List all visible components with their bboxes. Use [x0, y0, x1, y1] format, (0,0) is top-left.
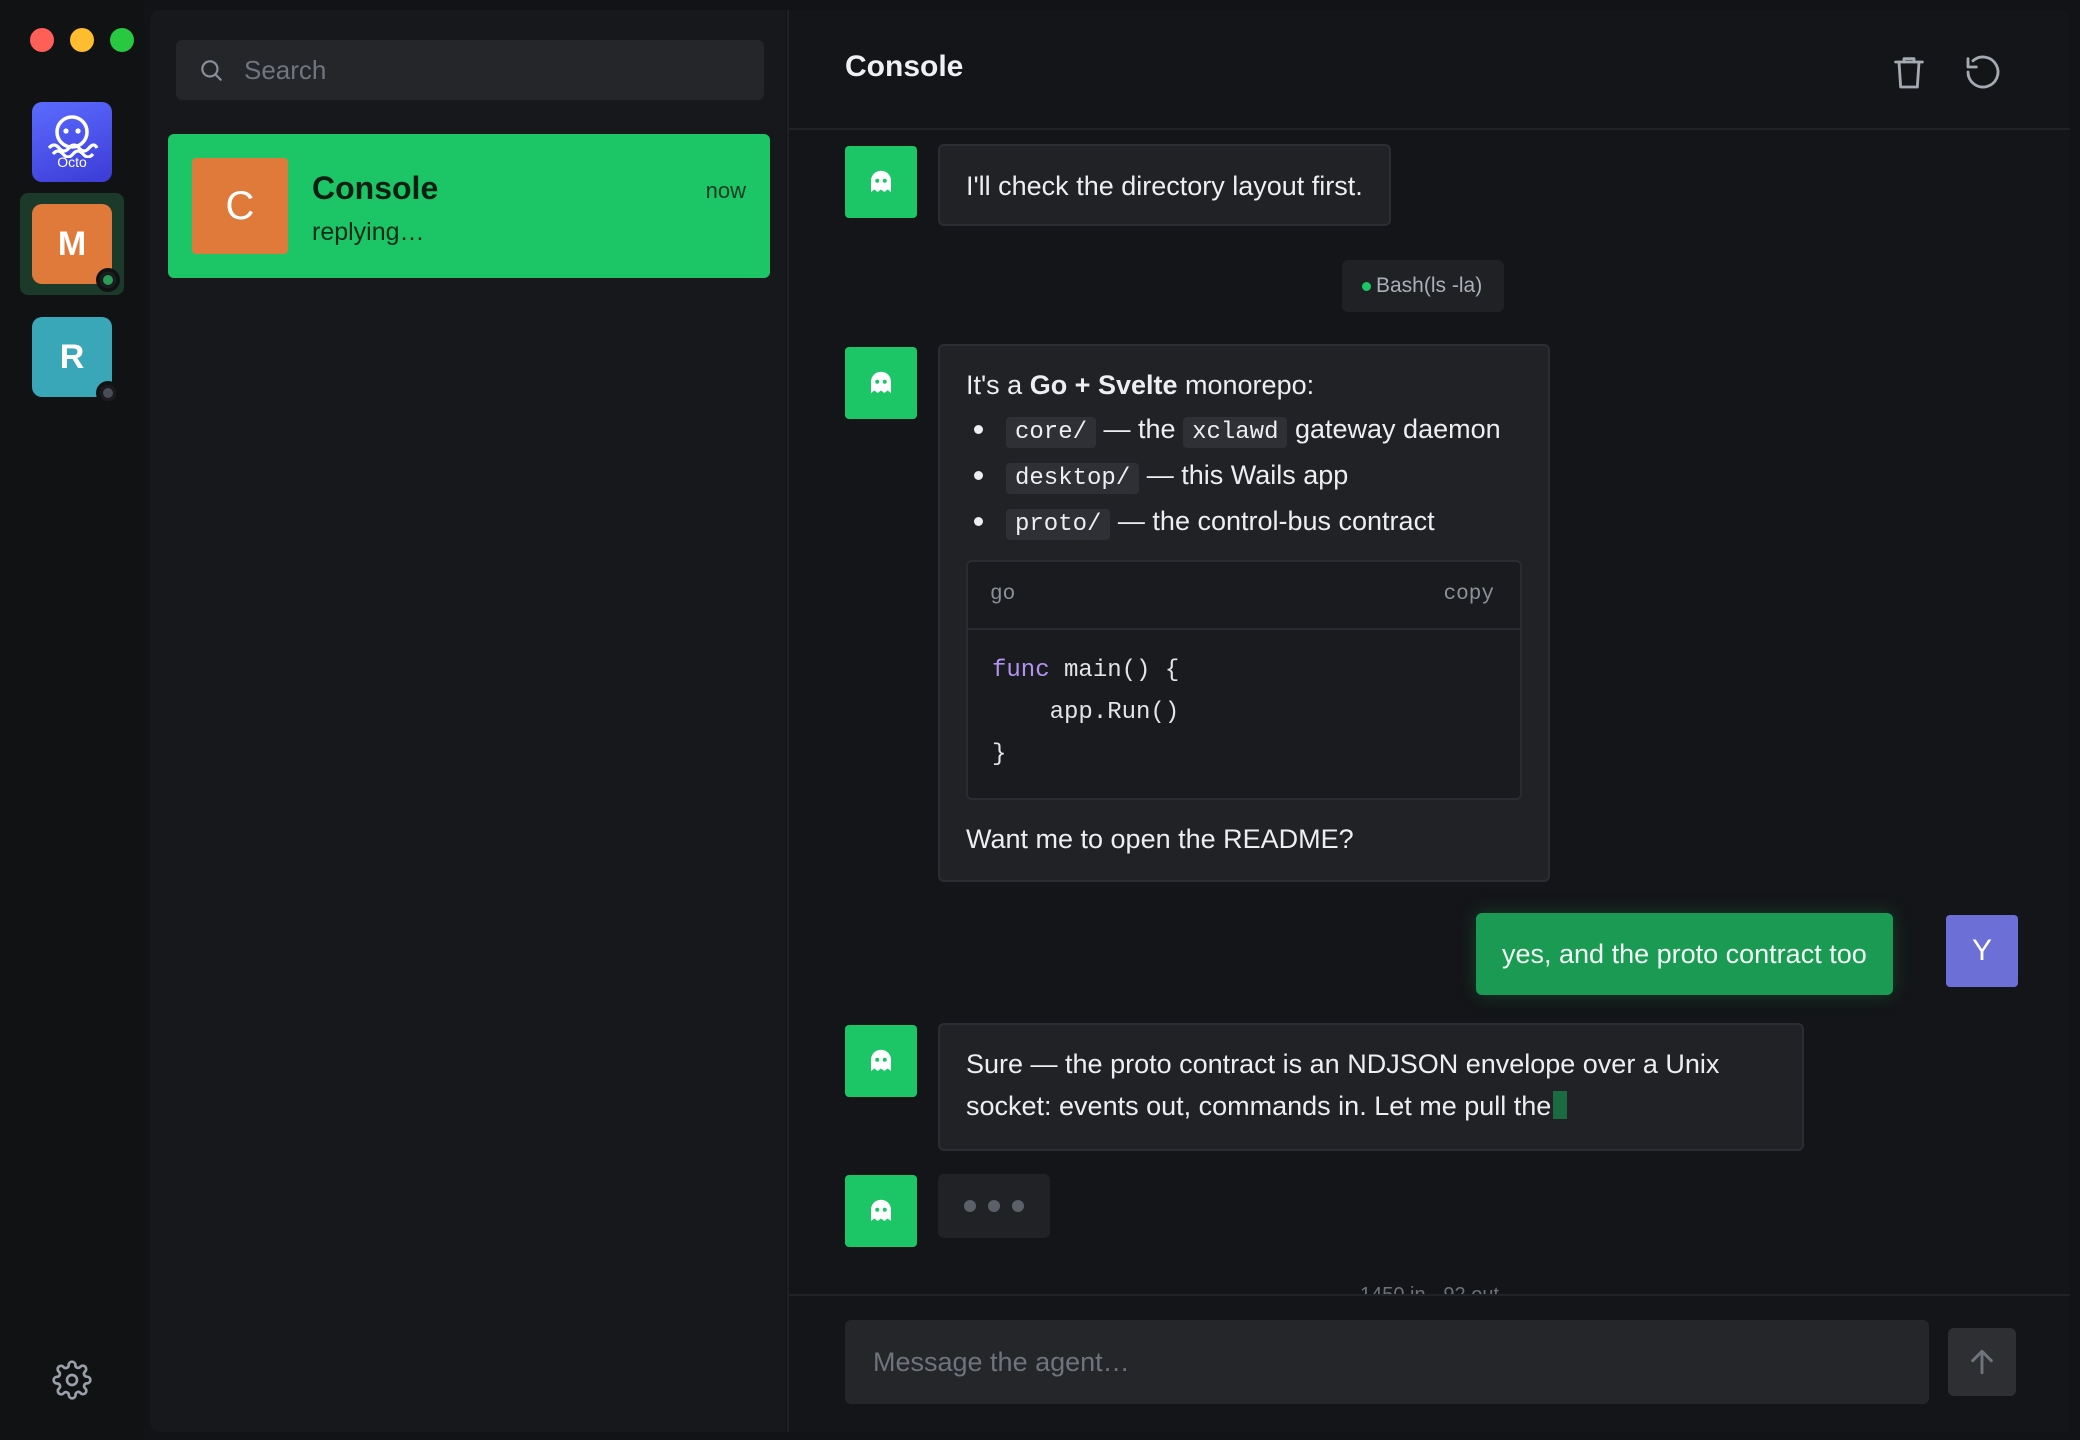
chat-timestamp: now	[705, 178, 746, 203]
user-avatar: Y	[1946, 915, 2018, 987]
code-block: go copy func main() { app.Run() }	[966, 560, 1522, 800]
ghost-icon	[871, 1049, 891, 1071]
minimize-window-button[interactable]	[70, 28, 94, 52]
code-language: go	[990, 583, 1016, 606]
chat-name: Console	[312, 170, 439, 206]
code-line: main() {	[1049, 657, 1180, 684]
copy-code-button[interactable]: copy	[1444, 574, 1494, 616]
tool-call-label: Bash(ls -la)	[1376, 274, 1483, 297]
assistant-message: It's a Go + Svelte monorepo: core/ — the…	[938, 344, 1550, 882]
inline-code: core/	[1006, 417, 1097, 448]
inline-code: proto/	[1006, 509, 1111, 540]
list-item: core/ — the xclawd gateway daemon	[966, 408, 1522, 454]
close-window-button[interactable]	[30, 28, 54, 52]
code-content: func main() { app.Run() }	[968, 630, 1520, 798]
octopus-icon	[47, 115, 99, 158]
ghost-icon	[871, 170, 891, 192]
bullet-list: core/ — the xclawd gateway daemon deskto…	[966, 408, 1522, 546]
delete-conversation-button[interactable]	[1889, 52, 1929, 92]
bot-avatar	[845, 1175, 917, 1247]
inline-code: desktop/	[1006, 463, 1140, 494]
bot-avatar	[845, 1025, 917, 1097]
intro-bold-text: Go + Svelte	[1029, 370, 1178, 400]
trash-icon	[1894, 57, 1924, 89]
app-window: Octo M R C Console now	[0, 0, 2080, 1440]
typing-dot	[1012, 1200, 1024, 1212]
code-line: app.Run()	[992, 699, 1180, 726]
bot-avatar	[845, 146, 917, 218]
rail-app-r[interactable]: R	[32, 317, 120, 405]
inline-code: xclawd	[1183, 417, 1288, 448]
arrow-up-icon	[1971, 1349, 1993, 1375]
list-item-text: — the	[1096, 414, 1184, 444]
ghost-icon	[871, 371, 891, 393]
conversation-header: Console	[789, 10, 2070, 130]
online-status-dot	[96, 268, 120, 292]
typing-indicator	[938, 1174, 1050, 1238]
reset-conversation-button[interactable]	[1963, 52, 2003, 92]
zoom-window-button[interactable]	[110, 28, 134, 52]
intro-text: It's a	[966, 370, 1030, 400]
chat-list-pane: C Console now replying…	[150, 10, 786, 1432]
list-item: proto/ — the control-bus contract	[966, 500, 1522, 546]
app-rail: Octo M R	[0, 0, 144, 1440]
rail-app-octo[interactable]: Octo	[32, 102, 112, 182]
tool-status-dot	[1362, 282, 1371, 291]
message-input[interactable]	[845, 1320, 1929, 1404]
settings-button[interactable]	[52, 1360, 92, 1400]
rail-app-m[interactable]: M	[32, 204, 120, 292]
send-button[interactable]	[1948, 1328, 2016, 1396]
ghost-icon	[871, 1199, 891, 1221]
intro-text: monorepo:	[1177, 370, 1315, 400]
typing-dot	[988, 1200, 1000, 1212]
reset-icon	[1966, 55, 2000, 89]
chat-list-item[interactable]: C Console now replying…	[168, 134, 770, 278]
list-item: desktop/ — this Wails app	[966, 454, 1522, 500]
window-controls	[30, 28, 134, 52]
assistant-message: Sure — the proto contract is an NDJSON e…	[938, 1023, 1804, 1151]
chat-avatar: C	[192, 158, 288, 254]
code-keyword: func	[992, 657, 1050, 684]
tool-call-chip[interactable]: Bash(ls -la)	[1342, 260, 1505, 312]
chat-preview: replying…	[312, 218, 425, 246]
page-title: Console	[845, 50, 964, 83]
message-outro: Want me to open the README?	[966, 824, 1354, 854]
streaming-text: Sure — the proto contract is an NDJSON e…	[966, 1049, 1720, 1121]
search-input[interactable]	[244, 54, 724, 86]
composer	[789, 1294, 2070, 1432]
gear-icon	[52, 1360, 92, 1400]
list-item-text: gateway daemon	[1287, 414, 1501, 444]
rail-app-initial: M	[57, 224, 87, 263]
search-icon	[201, 60, 222, 81]
rail-app-initial: R	[59, 337, 85, 376]
list-item-text: — this Wails app	[1139, 460, 1349, 490]
code-line: }	[992, 741, 1007, 768]
assistant-message: I'll check the directory layout first.	[938, 144, 1391, 226]
typing-dot	[964, 1200, 976, 1212]
conversation-pane: Console I'll check the directory layout …	[787, 10, 2070, 1432]
offline-status-dot	[96, 381, 120, 405]
search-bar	[176, 40, 764, 100]
user-message: yes, and the proto contract too	[1476, 913, 1893, 995]
typing-cursor	[1553, 1091, 1568, 1119]
message-intro: It's a Go + Svelte monorepo:	[966, 364, 1522, 406]
rail-app-label: Octo	[57, 154, 87, 170]
bot-avatar	[845, 347, 917, 419]
code-block-header: go copy	[968, 562, 1520, 630]
list-item-text: — the control-bus contract	[1110, 506, 1435, 536]
